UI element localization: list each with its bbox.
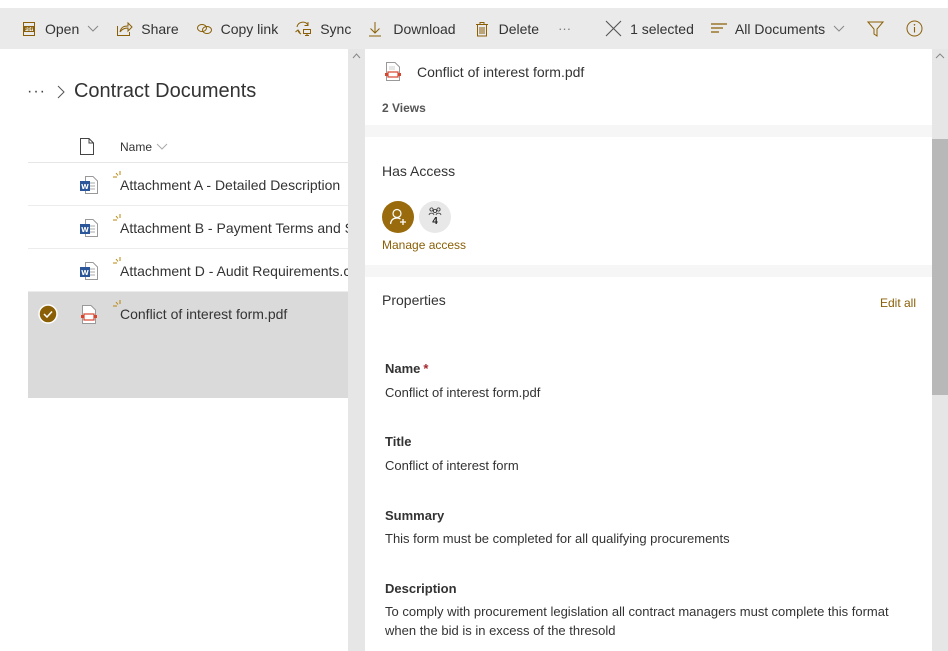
list-header: Name — [28, 133, 348, 163]
download-button[interactable]: Download — [368, 8, 456, 49]
pdf-document-icon — [385, 62, 401, 81]
details-file-name: Conflict of interest form.pdf — [417, 63, 585, 80]
people-icon — [428, 207, 442, 216]
delete-label: Delete — [498, 20, 540, 37]
open-button[interactable]: PDF Open — [21, 8, 99, 49]
chevron-down-icon — [156, 143, 168, 150]
sync-label: Sync — [320, 20, 352, 37]
breadcrumb-overflow[interactable]: ··· — [27, 83, 46, 101]
property-label-text: Name — [385, 361, 421, 376]
more-icon: ··· — [558, 21, 572, 36]
share-label: Share — [141, 20, 179, 37]
word-document-icon: W — [80, 262, 98, 280]
breadcrumb-current[interactable]: Contract Documents — [74, 80, 256, 103]
section-divider — [365, 125, 932, 137]
sync-icon — [295, 21, 312, 36]
clear-selection-button[interactable]: 1 selected — [605, 8, 694, 49]
chevron-right-icon — [57, 85, 65, 98]
pdf-file-icon: PDF — [23, 21, 35, 36]
close-icon — [605, 20, 622, 37]
list-row[interactable]: W Attachment A - Detailed Description — [28, 163, 348, 206]
file-name[interactable]: Attachment B - Payment Terms and S — [120, 220, 348, 236]
copy-link-button[interactable]: Copy link — [196, 8, 279, 49]
document-library-pane: ··· Contract Documents Name W Attachment… — [0, 49, 348, 651]
details-header: Conflict of interest form.pdf 2 Views — [365, 49, 932, 125]
selected-check-icon[interactable] — [38, 304, 58, 324]
chevron-down-icon — [833, 25, 845, 32]
manage-access-link[interactable]: Manage access — [382, 238, 466, 252]
edit-all-link[interactable]: Edit all — [880, 296, 916, 310]
has-access-title: Has Access — [382, 163, 456, 179]
file-name[interactable]: Attachment D - Audit Requirements.c — [120, 263, 348, 279]
property-value-summary[interactable]: This form must be completed for all qual… — [385, 529, 905, 548]
view-label: All Documents — [734, 20, 826, 37]
file-type-column-icon[interactable] — [80, 138, 94, 155]
file-name[interactable]: Conflict of interest form.pdf — [120, 306, 287, 322]
list-row[interactable]: W Attachment B - Payment Terms and S — [28, 206, 348, 249]
shared-count: 4 — [432, 216, 438, 227]
share-icon — [117, 21, 133, 36]
required-marker: * — [423, 361, 429, 376]
list-row[interactable]: W Attachment D - Audit Requirements.c — [28, 249, 348, 292]
property-value-name[interactable]: Conflict of interest form.pdf — [385, 383, 905, 402]
view-count: 2 Views — [382, 101, 426, 115]
scroll-up-icon[interactable] — [935, 53, 945, 59]
trash-icon — [475, 21, 488, 36]
info-icon — [906, 20, 923, 37]
has-access-section: Has Access 4 Manage access — [365, 137, 932, 265]
info-pane-button[interactable] — [906, 8, 923, 49]
property-label-title: Title — [385, 434, 412, 449]
link-icon — [196, 23, 212, 34]
scrollbar-thumb[interactable] — [932, 139, 948, 395]
scroll-up-icon[interactable] — [352, 53, 361, 59]
shared-group-avatar[interactable]: 4 — [419, 201, 451, 233]
share-button[interactable]: Share — [116, 8, 179, 49]
svg-text:W: W — [81, 269, 89, 277]
name-column-header[interactable]: Name — [120, 140, 168, 154]
download-icon — [369, 21, 382, 36]
command-bar: PDF Open Share Copy link Sync Download D… — [0, 8, 948, 49]
breadcrumb: ··· Contract Documents — [27, 80, 256, 103]
owner-avatar[interactable] — [382, 201, 414, 233]
property-label-description: Description — [385, 581, 457, 596]
details-file: Conflict of interest form.pdf — [384, 62, 584, 81]
add-person-icon — [389, 208, 406, 225]
view-options-icon — [710, 22, 727, 33]
property-label-name: Name * — [385, 361, 428, 376]
name-column-label: Name — [120, 140, 153, 154]
download-label: Download — [393, 20, 456, 37]
details-left-scrollbar[interactable] — [348, 49, 365, 651]
filter-button[interactable] — [867, 8, 885, 49]
properties-title: Properties — [382, 292, 446, 308]
svg-text:W: W — [81, 183, 89, 191]
word-document-icon: W — [80, 219, 98, 237]
pdf-document-icon — [81, 305, 97, 324]
file-name[interactable]: Attachment A - Detailed Description — [120, 177, 340, 193]
delete-button[interactable]: Delete — [475, 8, 539, 49]
svg-text:W: W — [81, 226, 89, 234]
svg-text:PDF: PDF — [25, 26, 34, 31]
sync-button[interactable]: Sync — [294, 8, 351, 49]
more-actions-button[interactable]: ··· — [558, 8, 571, 49]
view-switcher[interactable]: All Documents — [710, 8, 845, 49]
properties-section: Properties Edit all Name * Conflict of in… — [365, 277, 932, 651]
section-divider — [365, 265, 932, 277]
property-label-summary: Summary — [385, 508, 445, 523]
chevron-down-icon — [87, 25, 99, 32]
open-label: Open — [45, 20, 80, 37]
property-value-title[interactable]: Conflict of interest form — [385, 456, 905, 475]
property-value-description[interactable]: To comply with procurement legislation a… — [385, 602, 905, 640]
filter-icon — [867, 21, 885, 37]
copy-link-label: Copy link — [220, 20, 279, 37]
details-right-scrollbar[interactable] — [932, 49, 948, 651]
word-document-icon: W — [80, 176, 98, 194]
list-row-selected[interactable]: Conflict of interest form.pdf — [28, 292, 348, 398]
selection-count: 1 selected — [630, 20, 694, 37]
